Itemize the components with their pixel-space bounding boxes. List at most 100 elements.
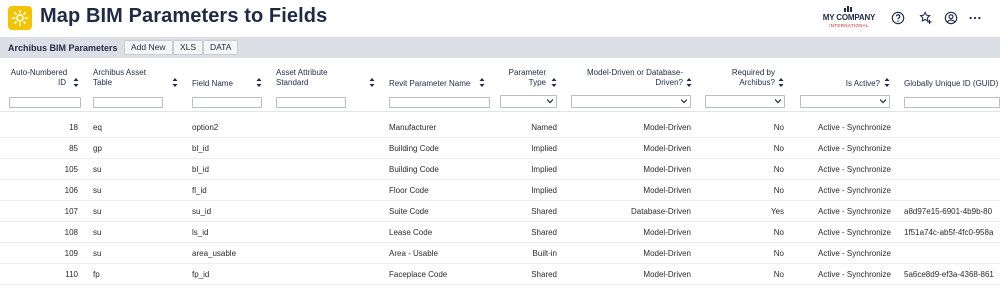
- cell-asset-table: gp: [93, 144, 102, 153]
- col-revit-param[interactable]: Revit Parameter Name: [389, 79, 479, 89]
- col-param-type-line1: Parameter: [508, 68, 546, 77]
- cell-required: No: [773, 165, 784, 174]
- cell-revit-param: Faceplace Code: [389, 270, 448, 279]
- cell-revit-param: Area - Usable: [389, 249, 438, 258]
- filter-field-name-input[interactable]: [192, 97, 262, 108]
- col-field-name[interactable]: Field Name: [192, 79, 262, 89]
- cell-param-type: Shared: [531, 270, 557, 279]
- col-auto-id[interactable]: Auto-Numbered ID: [8, 68, 70, 88]
- cell-guid: a8d97e15-6901-4b9b-80: [904, 207, 993, 216]
- data-button[interactable]: DATA: [203, 40, 239, 55]
- page-title: Map BIM Parameters to Fields: [40, 5, 328, 27]
- chevron-down-icon: [547, 99, 553, 104]
- company-logo: MY COMPANY INTERNATIONAL: [818, 6, 880, 31]
- col-asset-table-line2: Table: [93, 78, 113, 87]
- filter-revit-param-input[interactable]: [389, 97, 490, 108]
- filter-param-type-select[interactable]: [500, 95, 557, 108]
- chevron-down-icon: [775, 99, 781, 104]
- col-model-driven-line2: Driven?: [655, 78, 683, 87]
- help-icon[interactable]: [890, 10, 906, 26]
- cell-param-type: Implied: [531, 186, 557, 195]
- sort-icon[interactable]: [479, 78, 485, 87]
- cell-is-active: Active - Synchronize: [818, 228, 891, 237]
- table-row[interactable]: 107 su su_id Suite Code Shared Database-Drive…: [0, 201, 1000, 222]
- sort-icon[interactable]: [551, 78, 557, 87]
- filter-guid-input[interactable]: [904, 97, 1000, 108]
- cell-revit-param: Floor Code: [389, 186, 429, 195]
- cell-revit-param: Building Code: [389, 165, 439, 174]
- cell-is-active: Active - Synchronize: [818, 207, 891, 216]
- cell-field-name: su_id: [192, 207, 212, 216]
- col-is-active[interactable]: Is Active?: [800, 79, 880, 89]
- sort-icon[interactable]: [686, 78, 692, 87]
- cell-id: 105: [64, 165, 78, 174]
- table-row[interactable]: 110 fp fp_id Faceplace Code Shared Model-Driv…: [0, 264, 1000, 285]
- table-row[interactable]: 108 su ls_id Lease Code Shared Model-Driven No…: [0, 222, 1000, 243]
- cell-required: No: [773, 144, 784, 153]
- cell-field-name: bl_id: [192, 144, 209, 153]
- sort-icon[interactable]: [778, 78, 784, 87]
- cell-id: 108: [64, 228, 78, 237]
- filter-auto-id-input[interactable]: [9, 97, 81, 108]
- cell-model-driven: Database-Driven: [630, 207, 691, 216]
- cell-revit-param: Lease Code: [389, 228, 433, 237]
- more-icon[interactable]: [967, 10, 983, 26]
- cell-field-name: option2: [192, 123, 219, 132]
- cell-revit-param: Suite Code: [389, 207, 429, 216]
- col-asset-table[interactable]: Archibus Asset Table: [93, 68, 163, 88]
- cell-is-active: Active - Synchronize: [818, 165, 891, 174]
- cell-model-driven: Model-Driven: [643, 165, 691, 174]
- cell-param-type: Shared: [531, 228, 557, 237]
- filter-attr-standard-input[interactable]: [276, 97, 346, 108]
- gear-icon: [8, 6, 32, 30]
- cell-id: 106: [64, 186, 78, 195]
- col-guid[interactable]: Globally Unique ID (GUID): [904, 79, 1000, 89]
- table-row[interactable]: 85 gp bl_id Building Code Implied Model-Drive…: [0, 138, 1000, 159]
- cell-model-driven: Model-Driven: [643, 228, 691, 237]
- cell-required: No: [773, 249, 784, 258]
- cell-model-driven: Model-Driven: [643, 144, 691, 153]
- logo-sub-text: INTERNATIONAL: [829, 23, 869, 28]
- col-model-driven-line1: Model-Driven or Database-: [586, 68, 683, 77]
- cell-required: Yes: [770, 207, 784, 216]
- filter-asset-table-input[interactable]: [93, 97, 163, 108]
- panel-title: Archibus BIM Parameters: [8, 43, 118, 53]
- favorite-icon[interactable]: [918, 10, 934, 26]
- sort-icon[interactable]: [369, 78, 375, 87]
- filter-required-select[interactable]: [705, 95, 785, 108]
- table-row[interactable]: 105 su bl_id Building Code Implied Model-Driv…: [0, 159, 1000, 180]
- cell-id: 109: [64, 249, 78, 258]
- xls-button[interactable]: XLS: [173, 40, 204, 55]
- table-row[interactable]: 106 su fl_id Floor Code Implied Model-Driven N…: [0, 180, 1000, 201]
- chevron-down-icon: [880, 99, 886, 104]
- cell-is-active: Active - Synchronize: [818, 144, 891, 153]
- sort-icon[interactable]: [73, 78, 79, 87]
- table-row[interactable]: 18 eq option2 Manufacturer Named Model-Driven…: [0, 117, 1000, 138]
- filter-is-active-select[interactable]: [800, 95, 890, 108]
- cell-asset-table: su: [93, 186, 102, 195]
- cell-asset-table: fp: [93, 270, 100, 279]
- sort-icon[interactable]: [256, 78, 262, 87]
- col-model-driven[interactable]: Model-Driven or Database- Driven?: [571, 68, 683, 88]
- cell-field-name: fp_id: [192, 270, 210, 279]
- cell-required: No: [773, 270, 784, 279]
- cell-id: 110: [65, 270, 78, 279]
- cell-required: No: [773, 228, 784, 237]
- add-new-button[interactable]: Add New: [124, 40, 173, 55]
- col-required[interactable]: Required by Archibus?: [705, 68, 775, 88]
- cell-required: No: [773, 186, 784, 195]
- sort-icon[interactable]: [884, 78, 890, 87]
- filter-model-driven-select[interactable]: [571, 95, 691, 108]
- table-row[interactable]: 109 su area_usable Area - Usable Built-in Mod…: [0, 243, 1000, 264]
- col-auto-id-line2: ID: [58, 78, 66, 87]
- col-param-type[interactable]: Parameter Type: [502, 68, 546, 88]
- cell-model-driven: Model-Driven: [643, 186, 691, 195]
- col-attr-standard[interactable]: Asset Attribute Standard: [276, 68, 356, 88]
- sort-icon[interactable]: [172, 78, 178, 87]
- user-icon[interactable]: [943, 10, 959, 26]
- grid-header: Auto-Numbered ID Archibus Asset Table Fi…: [0, 58, 1000, 112]
- cell-asset-table: su: [93, 249, 102, 258]
- cell-id: 18: [69, 123, 78, 132]
- cell-id: 85: [69, 144, 78, 153]
- cell-asset-table: su: [93, 207, 102, 216]
